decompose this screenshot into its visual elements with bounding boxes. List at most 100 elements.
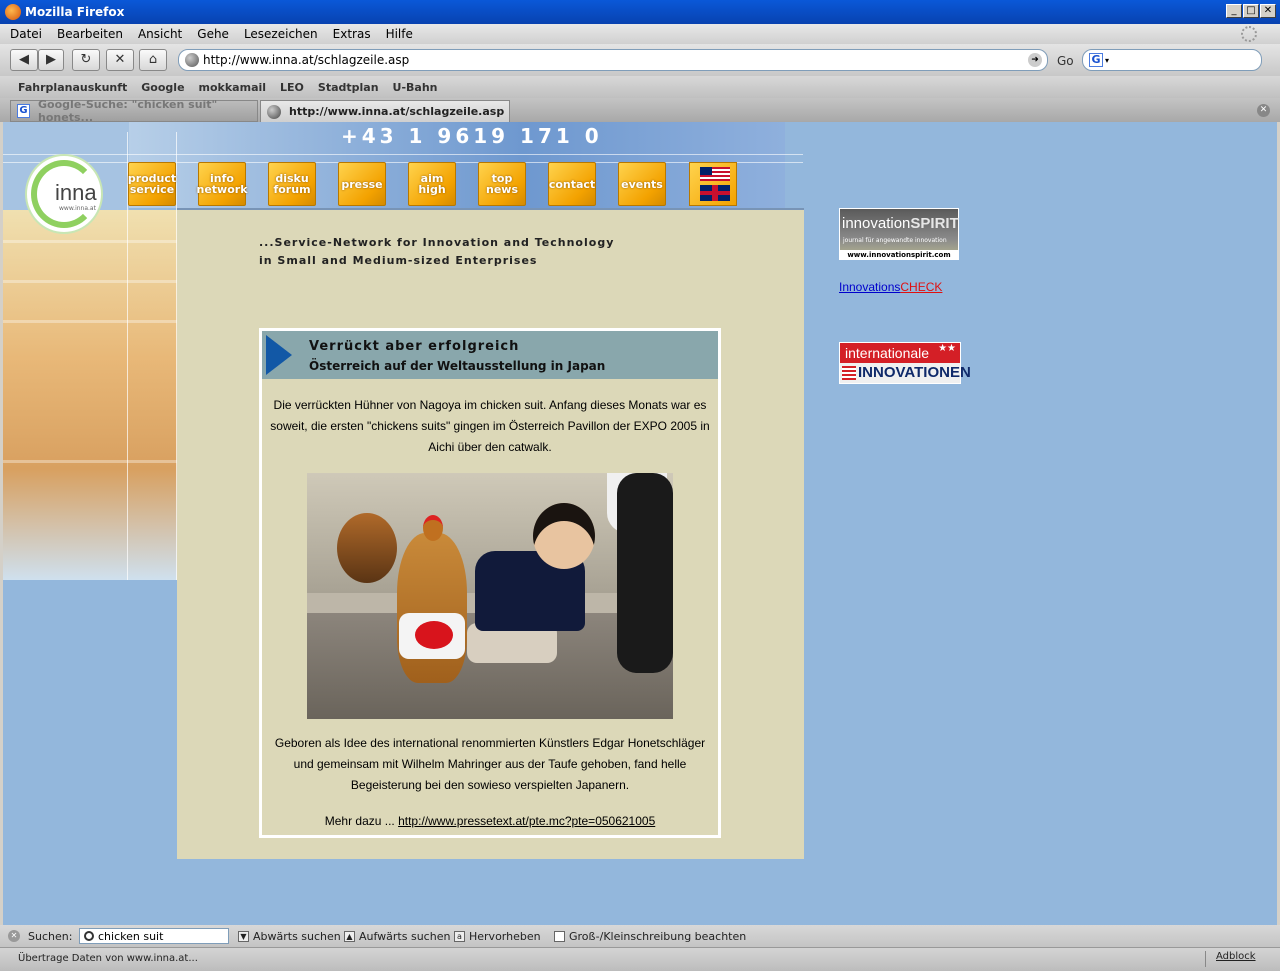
tab-bar: G Google-Suche: "chicken suit" honets...… [0, 98, 1280, 124]
reload-button[interactable]: ↻ [72, 49, 100, 71]
go-arrow-icon[interactable]: ➜ [1028, 53, 1042, 67]
back-button[interactable]: ◀ [10, 49, 38, 71]
checkbox-icon[interactable] [554, 931, 565, 942]
menu-bar: Datei Bearbeiten Ansicht Gehe Lesezeiche… [0, 24, 1280, 44]
find-next-button[interactable]: ▼ Abwärts suchen [238, 930, 341, 943]
innovationspirit-banner[interactable]: innovationSPIRIT journal für angewandte … [839, 208, 959, 260]
logo-url: www.inna.at [59, 205, 96, 212]
language-flags[interactable] [689, 162, 737, 206]
match-case-label: Groß-/Kleinschreibung beachten [569, 930, 747, 943]
find-previous-button[interactable]: ▲ Aufwärts suchen [344, 930, 450, 943]
header-line [3, 162, 803, 163]
check-part-b[interactable]: CHECK [900, 280, 942, 294]
close-find-icon[interactable]: ✕ [8, 930, 20, 942]
site-icon [185, 53, 199, 67]
menu-datei[interactable]: Datei [10, 27, 42, 41]
menu-extras[interactable]: Extras [333, 27, 371, 41]
nav-label: high [418, 183, 446, 196]
go-button[interactable]: Go [1057, 54, 1074, 68]
firefox-icon [5, 4, 21, 20]
nav-product-service[interactable]: product service [128, 162, 176, 206]
menu-gehe[interactable]: Gehe [197, 27, 229, 41]
highlight-label: Hervorheben [469, 930, 541, 943]
forward-arrow-icon: ▶ [46, 52, 56, 67]
article-header: Verrückt aber erfolgreich Österreich auf… [262, 331, 718, 379]
search-box[interactable]: G ▾ [1082, 49, 1262, 71]
nav-disku-forum[interactable]: disku forum [268, 162, 316, 206]
header-line [3, 154, 803, 155]
menu-ansicht[interactable]: Ansicht [138, 27, 182, 41]
nav-label: service [129, 183, 175, 196]
highlight-button[interactable]: a Hervorheben [454, 930, 541, 943]
find-next-label: Abwärts suchen [253, 930, 341, 943]
menu-bearbeiten[interactable]: Bearbeiten [57, 27, 123, 41]
stop-icon: ✕ [114, 52, 126, 67]
check-part-a[interactable]: Innovations [839, 280, 900, 294]
nav-contact[interactable]: contact [548, 162, 596, 206]
article-paragraph-1: Die verrückten Hühner von Nagoya im chic… [270, 398, 710, 454]
tab-google-search[interactable]: G Google-Suche: "chicken suit" honets... [10, 98, 258, 124]
forward-button[interactable]: ▶ [38, 49, 64, 71]
internationale-innovationen-banner[interactable]: internationale ★★ INNOVATIONEN [839, 342, 971, 384]
url-bar[interactable]: ➜ [178, 49, 1048, 71]
nav-label: news [485, 183, 518, 196]
spirit-title: innovationSPIRIT [842, 215, 959, 232]
more-prefix: Mehr dazu ... [324, 814, 395, 828]
news-article: Verrückt aber erfolgreich Österreich auf… [259, 328, 721, 838]
pressetext-link[interactable]: http://www.pressetext.at/pte.mc?pte=0506… [398, 814, 655, 828]
url-input[interactable] [203, 53, 1023, 67]
find-input[interactable] [98, 929, 222, 943]
uk-flag-icon[interactable] [700, 185, 730, 201]
menu-hilfe[interactable]: Hilfe [386, 27, 413, 41]
bookmark-fahrplanauskunft[interactable]: Fahrplanauskunft [18, 81, 127, 94]
search-engine-dropdown-icon[interactable]: ▾ [1105, 56, 1109, 65]
match-case-checkbox[interactable]: Groß-/Kleinschreibung beachten [554, 930, 746, 943]
status-separator [1205, 951, 1206, 967]
reload-icon: ↻ [80, 52, 92, 67]
bookmark-mokkamail[interactable]: mokkamail [199, 81, 267, 94]
search-icon [84, 931, 94, 941]
nav-info-network[interactable]: info network [197, 162, 248, 206]
stop-button[interactable]: ✕ [106, 49, 134, 71]
nav-label: contact [548, 177, 596, 191]
spirit-subtitle: journal für angewandte innovation [843, 237, 947, 244]
minimize-icon[interactable]: _ [1226, 4, 1242, 18]
throbber-icon [1241, 26, 1257, 42]
innovationscheck-link[interactable]: InnovationsCHECK [839, 280, 942, 294]
nav-aim-high[interactable]: aim high [408, 162, 456, 206]
bookmark-stadtplan[interactable]: Stadtplan [318, 81, 379, 94]
adblock-button[interactable]: Adblock [1216, 951, 1256, 962]
close-tab-icon[interactable]: ✕ [1257, 104, 1270, 117]
menu-lesezeichen[interactable]: Lesezeichen [244, 27, 318, 41]
nav-events[interactable]: events [618, 162, 666, 206]
bookmark-u-bahn[interactable]: U-Bahn [393, 81, 438, 94]
us-flag-icon[interactable] [700, 167, 730, 181]
nav-presse[interactable]: presse [338, 162, 386, 206]
tab-inna[interactable]: http://www.inna.at/schlagzeile.asp [260, 100, 510, 122]
bookmarks-toolbar: Fahrplanauskunft Google mokkamail LEO St… [0, 76, 1280, 98]
phone-number: +43 1 9619 171 0 [341, 124, 603, 148]
stars-icon: ★★ [938, 343, 956, 354]
nav-top-news[interactable]: top news [478, 162, 526, 206]
nav-label: forum [273, 183, 311, 196]
play-arrow-icon [266, 335, 292, 375]
find-field[interactable] [79, 928, 229, 944]
close-icon[interactable]: ✕ [1260, 4, 1276, 18]
inna-logo[interactable]: inna www.inna.at [25, 154, 103, 234]
google-icon[interactable]: G [1089, 53, 1103, 67]
bookmark-google[interactable]: Google [141, 81, 184, 94]
tagline-line-1: ...Service-Network for Innovation and Te… [259, 236, 615, 249]
home-button[interactable]: ⌂ [139, 49, 167, 71]
article-subtitle: Österreich auf der Weltausstellung in Ja… [309, 359, 606, 373]
intl-title: internationale [845, 345, 930, 361]
title-bar: Mozilla Firefox _ □ ✕ [0, 0, 1280, 24]
google-favicon-icon: G [17, 104, 31, 118]
bookmark-leo[interactable]: LEO [280, 81, 304, 94]
main-panel: ...Service-Network for Innovation and Te… [177, 208, 804, 859]
home-icon: ⌂ [148, 52, 158, 67]
maximize-icon[interactable]: □ [1243, 4, 1259, 18]
globe-favicon-icon [267, 104, 281, 119]
tab-label: Google-Suche: "chicken suit" honets... [38, 98, 218, 124]
article-photo [307, 473, 673, 719]
tagline-line-2: in Small and Medium-sized Enterprises [259, 254, 538, 267]
